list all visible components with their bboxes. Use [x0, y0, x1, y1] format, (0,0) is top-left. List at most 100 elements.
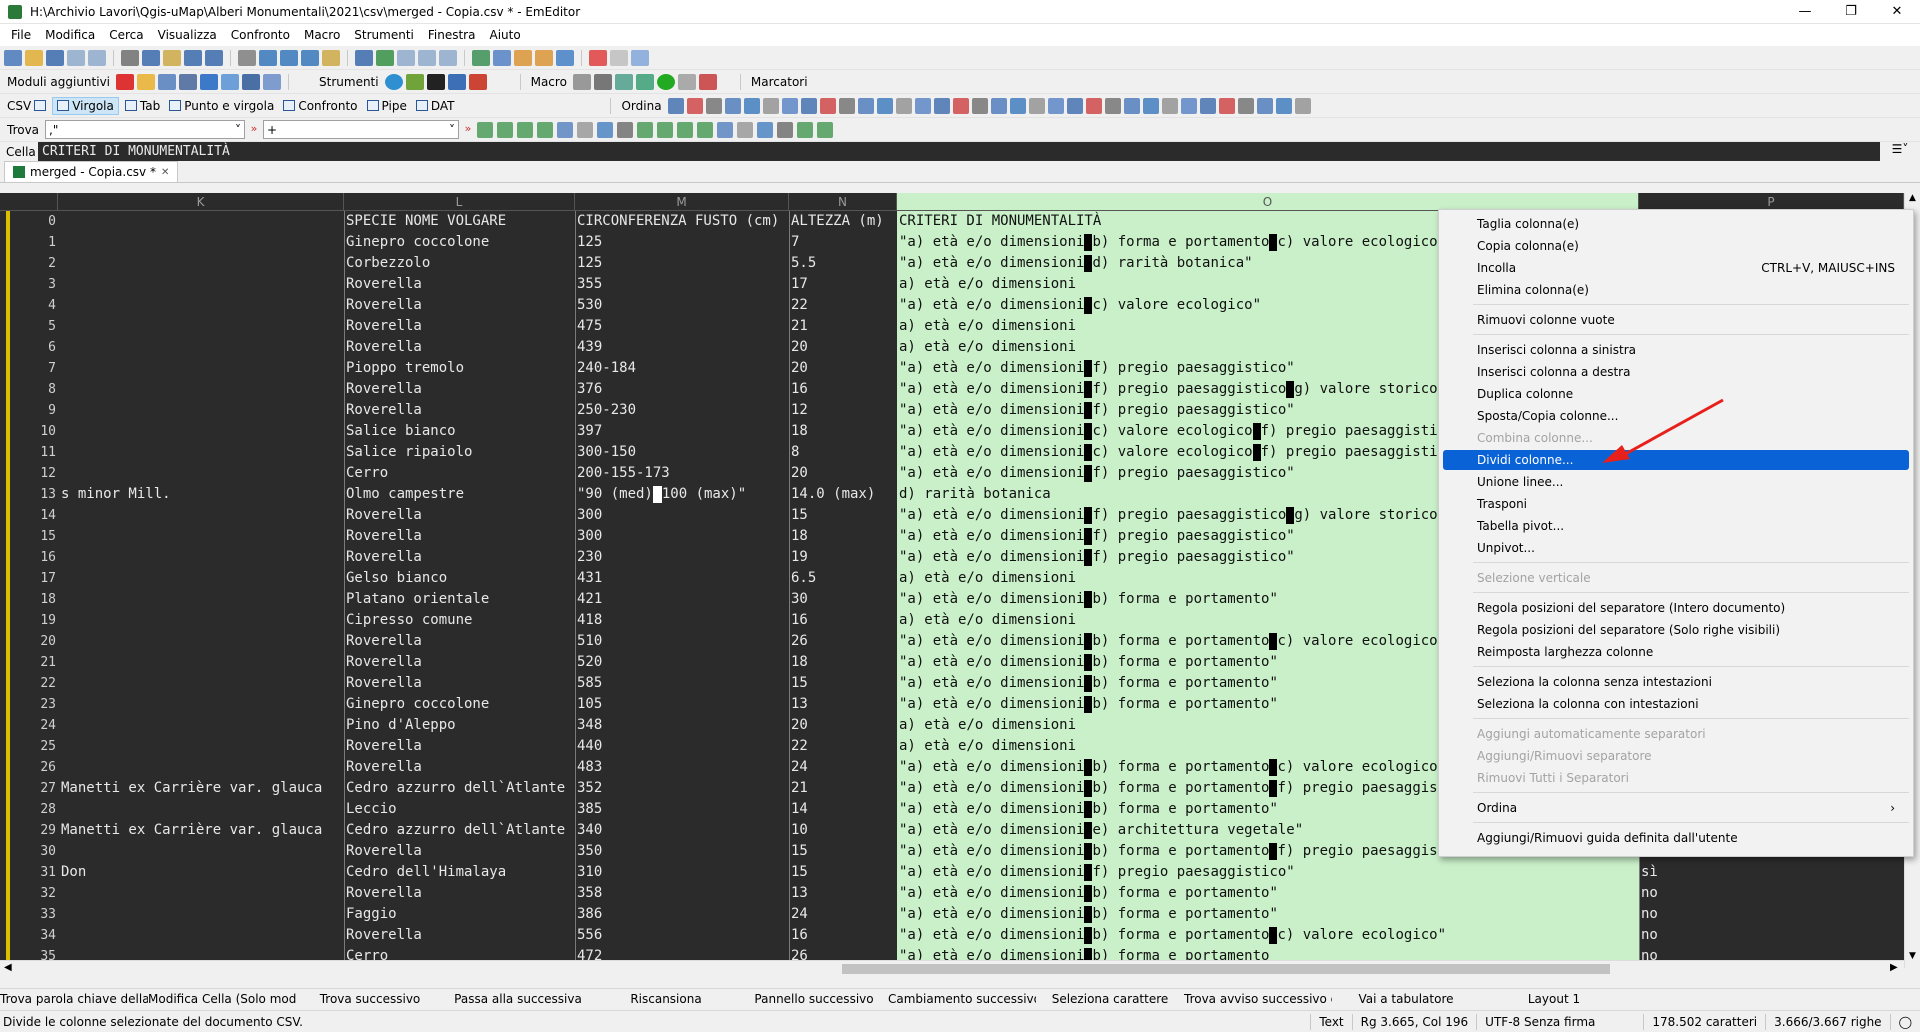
menu-item-aggiungi-rimuovi-guida-definita-dall-utente[interactable]: Aggiungi/Rimuovi guida definita dall'ute… — [1443, 828, 1909, 848]
cell-l[interactable]: Roverella — [345, 925, 575, 946]
cell-n[interactable]: 7 — [790, 232, 897, 253]
restore-icon[interactable]: ❐ — [1828, 0, 1874, 24]
find-tool-icon[interactable] — [637, 121, 654, 138]
toolbar-button-icon[interactable] — [25, 49, 43, 66]
toolbar-button-icon[interactable] — [46, 49, 64, 66]
tool-icon[interactable] — [405, 73, 424, 90]
csv-tool-icon[interactable] — [838, 97, 855, 114]
cell-n[interactable]: 21 — [790, 778, 897, 799]
csv-tool-icon[interactable] — [990, 97, 1007, 114]
cell-k[interactable] — [60, 463, 344, 484]
cell-m[interactable]: 355 — [576, 274, 789, 295]
find-tool-icon[interactable] — [597, 121, 614, 138]
fkey-button[interactable]: Pannello successivo — [740, 992, 888, 1006]
cell-k[interactable] — [60, 673, 344, 694]
csv-tool-icon[interactable] — [952, 97, 969, 114]
find-tool-icon[interactable] — [697, 121, 714, 138]
cell-m[interactable]: CIRCONFERENZA FUSTO (cm) — [576, 211, 789, 232]
csv-tool-icon[interactable] — [933, 97, 950, 114]
menu-item-taglia-colonna-e[interactable]: Taglia colonna(e) — [1443, 214, 1909, 234]
toolbar-button-icon[interactable] — [322, 49, 340, 66]
cell-l[interactable]: Leccio — [345, 799, 575, 820]
close-icon[interactable]: ✕ — [1874, 0, 1920, 24]
cell-m[interactable]: 230 — [576, 547, 789, 568]
cell-n[interactable]: 13 — [790, 883, 897, 904]
toolbar-button-icon[interactable] — [514, 49, 532, 66]
find-tool-icon[interactable] — [497, 121, 514, 138]
toolbar-button-icon[interactable] — [472, 49, 490, 66]
cell-n[interactable]: 26 — [790, 631, 897, 652]
cell-p[interactable]: no — [1640, 925, 1904, 946]
cell-m[interactable]: 340 — [576, 820, 789, 841]
cell-l[interactable]: Roverella — [345, 295, 575, 316]
cell-p[interactable]: sì — [1640, 862, 1904, 883]
horizontal-scrollbar[interactable]: ◀ ▶ — [0, 960, 1904, 976]
cell-k[interactable]: Don — [60, 862, 344, 883]
cell-k[interactable] — [60, 337, 344, 358]
cell-m[interactable]: 300 — [576, 526, 789, 547]
table-row[interactable]: 34 Roverella 556 16 "a) età e/o dimensioni b)… — [0, 925, 1920, 946]
menu-item-seleziona-la-colonna-senza-intestazioni[interactable]: Seleziona la colonna senza intestazioni — [1443, 672, 1909, 692]
cell-m[interactable]: 300 — [576, 505, 789, 526]
csv-tool-icon[interactable] — [762, 97, 779, 114]
cell-m[interactable]: 358 — [576, 883, 789, 904]
cell-k[interactable] — [60, 421, 344, 442]
sigma-icon[interactable] — [572, 73, 591, 90]
cell-k[interactable] — [60, 400, 344, 421]
cell-k[interactable] — [60, 694, 344, 715]
cell-n[interactable]: 22 — [790, 295, 897, 316]
menu-visualizza[interactable]: Visualizza — [151, 28, 224, 42]
tools-label[interactable]: Strumenti — [316, 75, 382, 89]
cell-l[interactable]: Roverella — [345, 631, 575, 652]
cell-m[interactable]: 418 — [576, 610, 789, 631]
find-tool-icon[interactable] — [657, 121, 674, 138]
tab-button[interactable]: Tab — [122, 99, 163, 113]
menu-item-regola-posizioni-del-separatore-intero-documento[interactable]: Regola posizioni del separatore (Intero … — [1443, 598, 1909, 618]
cell-n[interactable]: 30 — [790, 589, 897, 610]
fkey-button[interactable]: Trova parola chiave della m... — [0, 992, 148, 1006]
fkey-button[interactable]: Layout 1 — [1480, 992, 1628, 1006]
cell-m[interactable]: 250-230 — [576, 400, 789, 421]
plugin-icon[interactable] — [200, 73, 219, 90]
fkey-button[interactable]: Passa alla successiva — [444, 992, 592, 1006]
cell-n[interactable]: 15 — [790, 673, 897, 694]
fkey-button[interactable]: Trova successivo — [296, 992, 444, 1006]
cell-l[interactable]: Roverella — [345, 274, 575, 295]
menu-aiuto[interactable]: Aiuto — [482, 28, 527, 42]
cell-m[interactable]: 556 — [576, 925, 789, 946]
cell-n[interactable]: 14 — [790, 799, 897, 820]
cell-m[interactable]: 125 — [576, 232, 789, 253]
cell-l[interactable]: Roverella — [345, 547, 575, 568]
cell-m[interactable]: 397 — [576, 421, 789, 442]
table-row[interactable]: 33 Faggio 386 24 "a) età e/o dimensioni b) fo… — [0, 904, 1920, 925]
cell-l[interactable]: Roverella — [345, 841, 575, 862]
cell-l[interactable]: Roverella — [345, 652, 575, 673]
replace-option-icon[interactable]: » — [462, 122, 474, 138]
toolbar-button-icon[interactable] — [238, 49, 256, 66]
cell-m[interactable]: 348 — [576, 715, 789, 736]
csv-tool-icon[interactable] — [667, 97, 684, 114]
menu-item-reimposta-larghezza-colonne[interactable]: Reimposta larghezza colonne — [1443, 642, 1909, 662]
cell-k[interactable] — [60, 799, 344, 820]
csv-tool-icon[interactable] — [971, 97, 988, 114]
cell-k[interactable]: Manetti ex Carrière var. glauca — [60, 778, 344, 799]
plugin-icon[interactable] — [116, 73, 135, 90]
cell-m[interactable]: 585 — [576, 673, 789, 694]
cell-n[interactable]: 17 — [790, 274, 897, 295]
menu-item-seleziona-la-colonna-con-intestazioni[interactable]: Seleziona la colonna con intestazioni — [1443, 694, 1909, 714]
console-icon[interactable] — [426, 73, 445, 90]
plugin-icon[interactable] — [221, 73, 240, 90]
cell-m[interactable]: 510 — [576, 631, 789, 652]
csv-tool-icon[interactable] — [781, 97, 798, 114]
cell-l[interactable]: Pino d'Aleppo — [345, 715, 575, 736]
cell-k[interactable] — [60, 274, 344, 295]
cell-k[interactable] — [60, 631, 344, 652]
toolbar-button-icon[interactable] — [205, 49, 223, 66]
semicolon-button[interactable]: Punto e virgola — [166, 99, 277, 113]
fkey-button[interactable]: Trova avviso successivo car... — [1184, 992, 1332, 1006]
cell-n[interactable]: 16 — [790, 610, 897, 631]
cell-l[interactable]: Roverella — [345, 757, 575, 778]
cell-n[interactable]: 15 — [790, 862, 897, 883]
csv-tool-icon[interactable] — [1047, 97, 1064, 114]
toolbar-button-icon[interactable] — [556, 49, 574, 66]
